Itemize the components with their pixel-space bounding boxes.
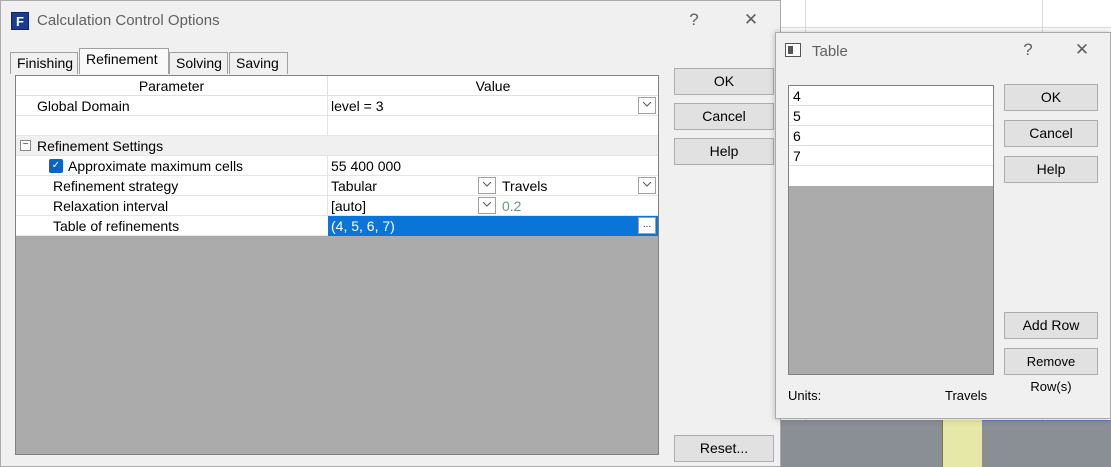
units-value: Travels: [945, 388, 988, 403]
ellipsis-button[interactable]: ...: [638, 217, 656, 234]
chevron-down-icon[interactable]: [638, 97, 656, 114]
table-dialog-title: Table: [812, 43, 848, 60]
row-empty: [16, 116, 658, 136]
table-dialog: Table ? ✕ 4 5 6 7 OK Cancel Help Add Row…: [775, 32, 1111, 419]
collapse-icon[interactable]: −: [20, 140, 31, 151]
table-ok-button[interactable]: OK: [1004, 84, 1098, 111]
table-of-refinements-label: Table of refinements: [53, 218, 180, 234]
tab-saving[interactable]: Saving: [229, 52, 288, 74]
column-divider: [327, 96, 328, 116]
table-window-icon: [785, 43, 801, 57]
help-icon[interactable]: ?: [1016, 40, 1040, 60]
table-rows-list: 4 5 6 7: [788, 85, 994, 375]
title-bar[interactable]: F Calculation Control Options ? ✕: [1, 1, 780, 41]
relaxation-interval-extra: 0.2: [502, 198, 522, 214]
row-relaxation-interval[interactable]: Relaxation interval [auto] 0.2: [16, 196, 658, 216]
cancel-button[interactable]: Cancel: [674, 103, 774, 130]
relaxation-interval-value: [auto]: [331, 198, 367, 214]
refinement-strategy-label: Refinement strategy: [53, 178, 179, 194]
grid-header: Parameter Value: [16, 76, 658, 96]
chevron-down-icon[interactable]: [478, 197, 496, 214]
tab-solving[interactable]: Solving: [169, 52, 228, 74]
column-divider: [327, 196, 328, 216]
close-icon[interactable]: ✕: [739, 10, 763, 30]
approx-max-cells-label: Approximate maximum cells: [68, 158, 244, 174]
approx-max-cells-checkbox[interactable]: ✓: [49, 159, 63, 173]
global-domain-value: level = 3: [331, 98, 384, 114]
refinement-strategy-unit: Travels: [502, 178, 548, 194]
tab-refinement[interactable]: Refinement: [79, 48, 169, 74]
table-of-refinements-value[interactable]: (4, 5, 6, 7): [331, 218, 395, 234]
row-refinement-settings[interactable]: − Refinement Settings: [16, 136, 658, 156]
table-row[interactable]: 6: [789, 126, 993, 146]
table-cancel-button[interactable]: Cancel: [1004, 120, 1098, 147]
calculation-control-options-dialog: F Calculation Control Options ? ✕ Finish…: [0, 0, 781, 467]
property-grid: Parameter Value Global Domain level = 3 …: [15, 75, 659, 455]
add-row-button[interactable]: Add Row: [1004, 312, 1098, 339]
table-row[interactable]: 4: [789, 86, 993, 106]
row-refinement-strategy[interactable]: Refinement strategy Tabular Travels: [16, 176, 658, 196]
chevron-down-icon[interactable]: [638, 177, 656, 194]
units-label: Units:: [788, 388, 822, 403]
table-empty-row[interactable]: [789, 166, 993, 186]
ok-button[interactable]: OK: [674, 68, 774, 95]
reset-button[interactable]: Reset...: [674, 435, 774, 462]
background-gridline: [781, 27, 1111, 28]
approx-max-cells-value[interactable]: 55 400 000: [331, 158, 401, 174]
tab-finishing[interactable]: Finishing: [10, 52, 78, 74]
row-global-domain[interactable]: Global Domain level = 3: [16, 96, 658, 116]
dialog-title: Calculation Control Options: [37, 12, 220, 29]
table-row[interactable]: 5: [789, 106, 993, 126]
chevron-down-icon[interactable]: [478, 177, 496, 194]
relaxation-interval-label: Relaxation interval: [53, 198, 169, 214]
row-approximate-max-cells[interactable]: ✓ Approximate maximum cells 55 400 000: [16, 156, 658, 176]
header-parameter: Parameter: [138, 78, 205, 94]
column-divider: [327, 156, 328, 176]
column-divider: [327, 176, 328, 196]
global-domain-label: Global Domain: [37, 98, 130, 114]
refinement-strategy-value: Tabular: [331, 178, 377, 194]
help-icon[interactable]: ?: [682, 10, 706, 30]
table-row[interactable]: 7: [789, 146, 993, 166]
column-divider: [327, 116, 328, 136]
table-help-button[interactable]: Help: [1004, 156, 1098, 183]
refinement-settings-label: Refinement Settings: [37, 138, 164, 154]
row-table-of-refinements[interactable]: Table of refinements (4, 5, 6, 7) ...: [16, 216, 658, 236]
header-value: Value: [475, 78, 511, 94]
background-highlight-cell: [942, 420, 982, 467]
close-icon[interactable]: ✕: [1070, 40, 1094, 60]
help-button[interactable]: Help: [674, 138, 774, 165]
background-blue-line: [982, 420, 1111, 421]
app-logo-icon: F: [11, 12, 29, 30]
remove-rows-button[interactable]: Remove Row(s): [1004, 348, 1098, 394]
